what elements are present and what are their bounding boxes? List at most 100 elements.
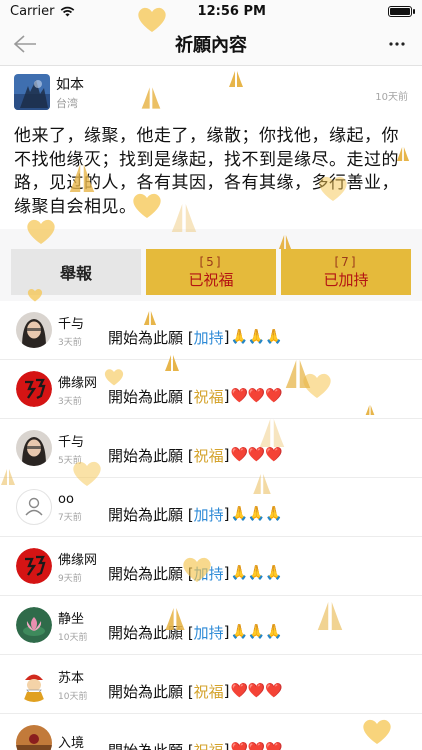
support-label: 已加持	[323, 270, 369, 289]
heart-icon: ❤️❤️❤️	[230, 683, 283, 699]
record-name: 苏本	[58, 670, 85, 686]
record-row[interactable]: 千与 3天前 開始為此願 [加持] 🙏🙏🙏	[0, 301, 422, 360]
record-list: 千与 3天前 開始為此願 [加持] 🙏🙏🙏 佛缘网 3天前 開始為此願 [祝福] ❤…	[0, 301, 422, 750]
heart-icon: ❤️❤️❤️	[230, 742, 283, 750]
record-meta: 入境	[58, 732, 84, 750]
status-bar: Carrier 12:56 PM	[0, 0, 422, 22]
bless-label: 已祝福	[188, 270, 234, 289]
default-user-icon	[25, 497, 43, 516]
record-text: 開始為此願 [加持] 🙏🙏🙏	[108, 563, 283, 584]
author-info: 如本 台湾	[56, 74, 369, 111]
wish-post: 如本 台湾 10天前 他来了，缘聚，他走了，缘散；你找他，缘起，你不找他缘灭；找…	[0, 66, 422, 229]
record-name: 静坐	[58, 611, 85, 627]
record-meta: 佛缘网 9天前	[58, 549, 97, 584]
record-prefix: 開始為此願 [	[108, 446, 194, 465]
record-suffix: ]	[223, 682, 230, 700]
record-row[interactable]: oo 7天前 開始為此願 [加持] 🙏🙏🙏	[0, 478, 422, 537]
record-suffix: ]	[223, 564, 230, 582]
record-row[interactable]: 佛缘网 9天前 開始為此願 [加持] 🙏🙏🙏	[0, 537, 422, 596]
author-avatar[interactable]	[14, 74, 50, 110]
support-count: [7]	[334, 254, 358, 269]
record-prefix: 開始為此願 [	[108, 623, 194, 642]
record-text: 開始為此願 [加持] 🙏🙏🙏	[108, 622, 283, 643]
record-tag: 祝福	[193, 682, 224, 701]
prayer-hands-icon: 🙏🙏🙏	[230, 624, 283, 640]
record-meta: 千与 5天前	[58, 431, 84, 466]
record-row[interactable]: 佛缘网 3天前 開始為此願 [祝福] ❤️❤️❤️	[0, 360, 422, 419]
bless-button[interactable]: [5] 已祝福	[146, 249, 276, 295]
record-time: 9天前	[58, 573, 82, 584]
back-arrow-icon	[13, 34, 36, 53]
record-text: 開始為此願 [祝福]❤️❤️❤️	[108, 740, 283, 750]
record-meta: 苏本 10天前	[58, 667, 87, 702]
record-time: 3天前	[58, 396, 82, 407]
prayer-hands-icon: 🙏🙏🙏	[230, 506, 283, 522]
status-time: 12:56 PM	[197, 3, 266, 19]
record-tag: 加持	[193, 623, 224, 642]
more-icon	[389, 41, 405, 46]
record-tag: 祝福	[193, 387, 224, 406]
report-label: 舉報	[59, 264, 92, 283]
record-tag: 加持	[193, 328, 224, 347]
page-title: 祈願內容	[175, 34, 247, 56]
prayer-hands-icon: 🙏🙏🙏	[230, 565, 283, 581]
report-button[interactable]: 舉報	[11, 249, 141, 295]
record-user: 苏本 10天前	[16, 666, 108, 702]
record-user: 千与 5天前	[16, 430, 108, 466]
carrier-label: Carrier	[10, 3, 55, 19]
record-prefix: 開始為此願 [	[108, 682, 194, 701]
status-left: Carrier	[10, 4, 75, 19]
record-tag: 加持	[193, 505, 224, 524]
more-button[interactable]	[382, 29, 412, 59]
record-meta: 静坐 10天前	[58, 608, 87, 643]
user-avatar[interactable]	[16, 430, 52, 466]
back-button[interactable]	[10, 29, 40, 59]
record-prefix: 開始為此願 [	[108, 564, 194, 583]
record-row[interactable]: 入境 開始為此願 [祝福]❤️❤️❤️	[0, 714, 422, 750]
nav-bar: 祈願內容	[0, 22, 422, 66]
record-text: 開始為此願 [祝福]❤️❤️❤️	[108, 386, 283, 407]
user-avatar[interactable]	[16, 666, 52, 702]
record-suffix: ]	[223, 505, 230, 523]
prayer-hands-icon: 🙏🙏🙏	[230, 329, 283, 345]
user-avatar[interactable]	[16, 312, 52, 348]
record-time: 10天前	[58, 691, 88, 702]
record-tag: 加持	[193, 564, 224, 583]
record-row[interactable]: 苏本 10天前 開始為此願 [祝福] ❤️❤️❤️	[0, 655, 422, 714]
record-meta: 千与 3天前	[58, 313, 84, 348]
record-prefix: 開始為此願 [	[108, 505, 194, 524]
record-user: 千与 3天前	[16, 312, 108, 348]
user-avatar[interactable]	[16, 548, 52, 584]
record-user: oo 7天前	[16, 489, 108, 525]
record-name: 千与	[58, 434, 85, 450]
record-name: 佛缘网	[58, 375, 98, 391]
record-user: 佛缘网 9天前	[16, 548, 108, 584]
record-tag: 祝福	[193, 446, 224, 465]
wifi-icon	[61, 6, 75, 16]
action-bar: 舉報 [5] 已祝福 [7] 已加持	[0, 229, 422, 301]
record-text: 開始為此願 [祝福]❤️❤️❤️	[108, 681, 283, 702]
record-text: 開始為此願 [加持] 🙏🙏🙏	[108, 327, 283, 348]
record-meta: 佛缘网 3天前	[58, 372, 97, 407]
record-prefix: 開始為此願 [	[108, 328, 194, 347]
user-avatar[interactable]	[16, 489, 52, 525]
record-user: 入境	[16, 725, 108, 750]
record-meta: oo 7天前	[58, 492, 82, 523]
record-user: 佛缘网 3天前	[16, 371, 108, 407]
record-row[interactable]: 静坐 10天前 開始為此願 [加持] 🙏🙏🙏	[0, 596, 422, 655]
record-suffix: ]	[223, 741, 230, 750]
record-time: 10天前	[58, 632, 88, 643]
record-time: 5天前	[58, 455, 82, 466]
user-avatar[interactable]	[16, 371, 52, 407]
user-avatar[interactable]	[16, 607, 52, 643]
record-row[interactable]: 千与 5天前 開始為此願 [祝福] ❤️❤️❤️	[0, 419, 422, 478]
record-suffix: ]	[223, 446, 230, 464]
support-button[interactable]: [7] 已加持	[281, 249, 411, 295]
record-time: 3天前	[58, 337, 82, 348]
bless-count: [5]	[199, 254, 223, 269]
record-suffix: ]	[223, 328, 230, 346]
user-avatar[interactable]	[16, 725, 52, 750]
record-prefix: 開始為此願 [	[108, 740, 194, 750]
record-prefix: 開始為此願 [	[108, 387, 194, 406]
record-suffix: ]	[223, 387, 230, 405]
